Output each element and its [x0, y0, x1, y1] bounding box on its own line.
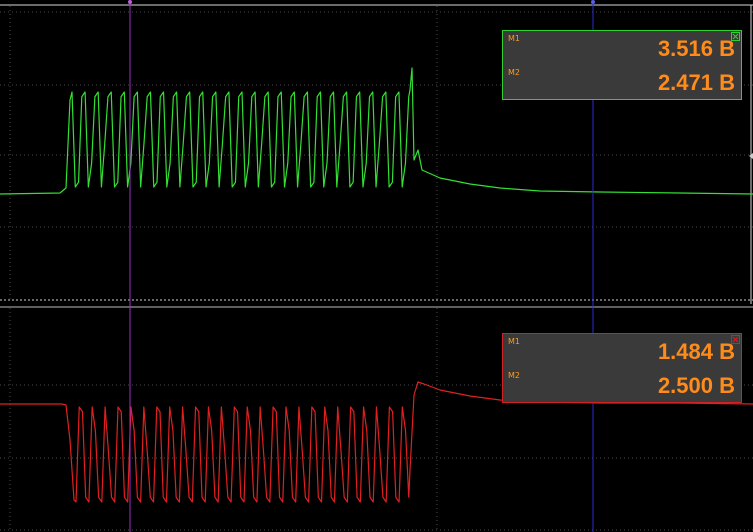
- m2-label: M2: [508, 371, 520, 380]
- cursor-a-handle[interactable]: [128, 0, 132, 4]
- m1-label: M1: [508, 337, 520, 346]
- channel2-measurement-panel[interactable]: M1 1.484 B M2 2.500 B: [502, 333, 742, 403]
- close-icon[interactable]: [731, 335, 740, 344]
- close-icon[interactable]: [731, 32, 740, 41]
- channel1-measurement-panel[interactable]: M1 3.516 B M2 2.471 B: [502, 30, 742, 100]
- m1-label: M1: [508, 34, 520, 43]
- m1-value: 3.516 B: [657, 36, 735, 61]
- m2-value: 2.500 B: [657, 373, 735, 398]
- cursor-b-handle[interactable]: [591, 0, 595, 4]
- m1-value: 1.484 B: [657, 339, 735, 364]
- m2-value: 2.471 B: [657, 70, 735, 95]
- m2-label: M2: [508, 68, 520, 77]
